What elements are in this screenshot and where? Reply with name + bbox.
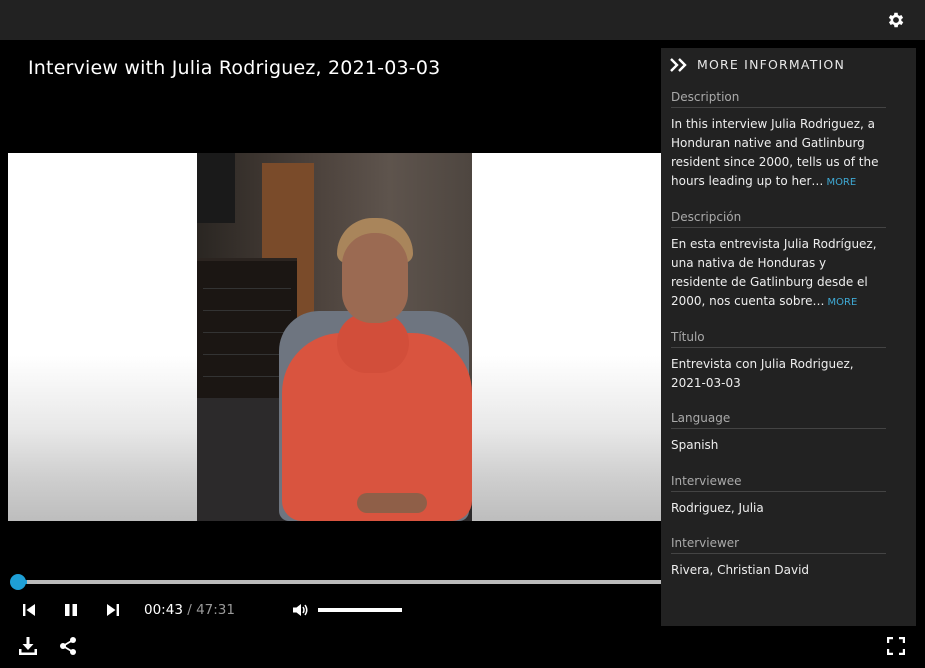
fullscreen-icon[interactable] [887,637,905,655]
section-label: Description [671,90,886,108]
more-link[interactable]: MORE [826,177,856,188]
download-icon[interactable] [18,636,38,656]
more-link[interactable]: MORE [828,297,858,308]
section-text: Rodriguez, Julia [671,501,764,515]
pause-icon[interactable] [62,601,80,619]
section-language: Language Spanish [671,411,886,455]
video-blur-right [472,153,661,521]
progress-handle[interactable] [10,574,26,590]
video-frame[interactable] [8,153,661,521]
skip-back-icon[interactable] [20,601,38,619]
section-label: Language [671,411,886,429]
video-blur-left [8,153,197,521]
panel-header[interactable]: MORE INFORMATION [670,57,845,72]
section-text: Entrevista con Julia Rodriguez, 2021-03-… [671,357,854,390]
section-label: Interviewer [671,536,886,554]
time-separator: / [187,602,192,618]
double-chevron-right-icon[interactable] [670,57,688,72]
section-text: In this interview Julia Rodriguez, a Hon… [671,117,879,188]
section-description: Description In this interview Julia Rodr… [671,90,886,192]
skip-forward-icon[interactable] [104,601,122,619]
section-text: Rivera, Christian David [671,563,810,577]
current-time: 00:43 [144,602,183,618]
panel-title: MORE INFORMATION [697,57,846,72]
section-label: Descripción [671,210,886,228]
duration: 47:31 [196,602,235,618]
share-icon[interactable] [58,636,78,656]
video-picture [197,153,472,521]
section-label: Interviewee [671,474,886,492]
section-interviewer: Interviewer Rivera, Christian David [671,536,886,580]
section-text: En esta entrevista Julia Rodríguez, una … [671,237,877,308]
more-info-panel: MORE INFORMATION Description In this int… [661,48,916,626]
section-descripcion: Descripción En esta entrevista Julia Rod… [671,210,886,312]
section-interviewee: Interviewee Rodriguez, Julia [671,474,886,518]
gear-icon[interactable] [886,10,906,30]
volume-icon[interactable] [291,601,309,619]
section-text: Spanish [671,438,719,452]
time-display: 00:43 / 47:31 [144,602,235,618]
section-titulo: Título Entrevista con Julia Rodriguez, 2… [671,330,886,393]
top-bar [0,0,925,40]
section-label: Título [671,330,886,348]
volume-slider[interactable] [318,608,402,612]
progress-bar[interactable] [17,580,661,584]
video-title: Interview with Julia Rodriguez, 2021-03-… [28,57,441,79]
